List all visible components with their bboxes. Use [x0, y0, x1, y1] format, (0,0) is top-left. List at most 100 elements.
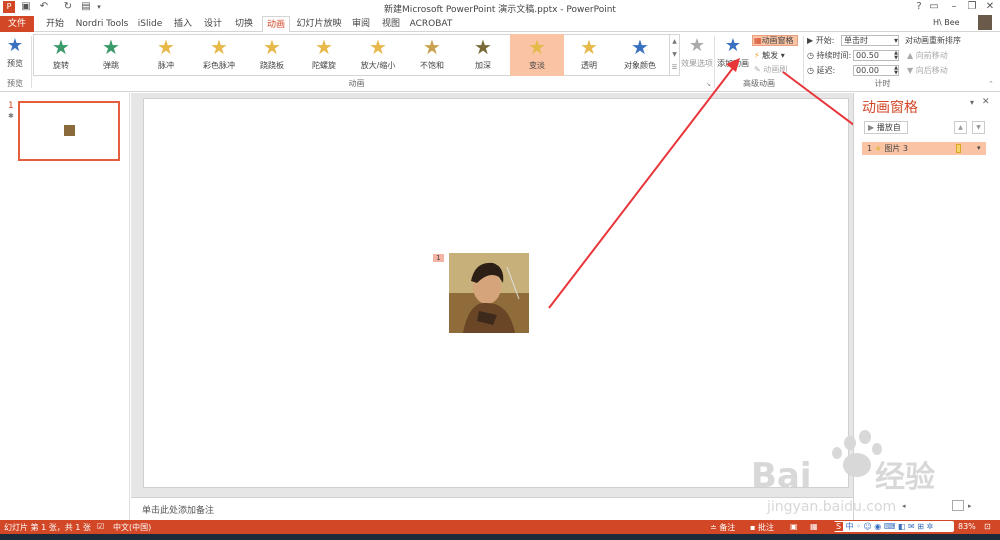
animation-list-item[interactable]: 1 ★ 图片 3 ▾: [862, 142, 986, 155]
animation-pane-button[interactable]: ▦动画窗格: [752, 35, 798, 46]
divider: [31, 36, 32, 88]
animation-pane-title: 动画窗格: [862, 100, 918, 116]
thumbnail-picture: [64, 125, 75, 136]
trigger-icon: ⚡: [754, 51, 760, 60]
animation-effect-label: 彩色脉冲: [203, 61, 235, 70]
zoom-level[interactable]: 83%: [958, 522, 976, 531]
move-later-button[interactable]: ▼ 向后移动: [907, 65, 948, 76]
preview-button[interactable]: ★ 预览: [2, 34, 28, 76]
pane-close-icon[interactable]: ✕: [982, 97, 990, 107]
animation-star-icon: ★: [157, 35, 175, 59]
delay-input[interactable]: 00.00 ▲ ▼: [853, 65, 899, 76]
animation-effect-item[interactable]: ★ 跷跷板: [245, 34, 299, 76]
start-select[interactable]: 单击时 ▾: [841, 35, 899, 46]
animation-pane-label: 动画窗格: [761, 36, 794, 45]
animation-star-icon: ★: [528, 35, 546, 59]
svg-text:jingyan.baidu.com: jingyan.baidu.com: [766, 499, 896, 515]
effect-options-button[interactable]: ★ 效果选项: [680, 34, 714, 76]
play-from-button[interactable]: ▶ 播放自: [864, 121, 908, 134]
move-up-icon[interactable]: ▲: [954, 121, 967, 134]
close-icon[interactable]: ✕: [984, 1, 996, 13]
add-animation-button[interactable]: ★ 添加动画: [716, 34, 750, 76]
collapse-ribbon-icon[interactable]: ⌃: [988, 80, 994, 88]
animation-effect-label: 跷跷板: [260, 61, 284, 70]
animation-tag[interactable]: 1: [433, 254, 444, 262]
animation-effect-item[interactable]: ★ 弹跳: [84, 34, 138, 76]
user-name[interactable]: H\ Bee: [933, 18, 960, 27]
item-dropdown-icon[interactable]: ▾: [977, 142, 981, 155]
fit-slide-icon[interactable]: ⊡: [984, 522, 991, 531]
timeline-bar: [956, 144, 961, 153]
add-animation-star-icon: ★: [724, 35, 742, 56]
move-down-icon[interactable]: ▼: [972, 121, 985, 134]
animation-effect-item[interactable]: ★ 透明: [562, 34, 616, 76]
notes-toggle[interactable]: ≐ 备注: [710, 522, 735, 533]
tab-design[interactable]: 设计: [200, 16, 226, 32]
ime-toolbar[interactable]: S 中 ◦ ☺ ◉ ⌨ ◧ ✉ ⊞ ✲: [834, 521, 954, 532]
tab-islide[interactable]: iSlide: [134, 16, 166, 32]
spellcheck-icon[interactable]: ☑: [97, 522, 104, 531]
gallery-scroll[interactable]: ▲ ▼ ☰: [669, 35, 679, 75]
move-earlier-button[interactable]: ▲ 向前移动: [907, 50, 948, 61]
divider: [714, 36, 715, 88]
language-status[interactable]: 中文(中国): [113, 522, 151, 533]
animation-effect-item[interactable]: ★ 对象颜色: [613, 34, 667, 76]
animation-effect-label: 不饱和: [420, 61, 444, 70]
tab-transitions[interactable]: 切换: [230, 16, 258, 32]
slide-animation-star-icon: ✱: [8, 112, 14, 120]
restore-icon[interactable]: ❐: [966, 1, 978, 13]
divider: [803, 36, 804, 88]
trigger-label: 触发: [762, 51, 779, 60]
tab-insert[interactable]: 插入: [170, 16, 196, 32]
minimize-icon[interactable]: –: [948, 1, 960, 13]
start-label: ▶ 开始:: [807, 36, 835, 45]
animation-effect-item[interactable]: ★ 变淡: [510, 34, 564, 76]
slide-picture[interactable]: [449, 253, 529, 333]
preview-star-icon: ★: [6, 35, 24, 56]
notes-placeholder: 单击此处添加备注: [142, 506, 215, 516]
normal-view-icon[interactable]: ▣: [790, 522, 798, 531]
animation-effect-item[interactable]: ★ 陀螺旋: [297, 34, 351, 76]
scroll-left-icon[interactable]: ◂: [902, 502, 906, 510]
animation-star-icon: ★: [102, 35, 120, 59]
scroll-box[interactable]: [952, 500, 964, 511]
slide-sorter-icon[interactable]: ▦: [810, 522, 818, 531]
svg-text:Bai: Bai: [751, 456, 812, 496]
help-icon[interactable]: ?: [913, 1, 925, 13]
tab-slideshow[interactable]: 幻灯片放映: [294, 16, 344, 32]
dialog-launcher-icon[interactable]: ↘: [706, 81, 711, 88]
tab-review[interactable]: 审阅: [348, 16, 374, 32]
tab-file[interactable]: 文件: [0, 16, 34, 32]
animation-effect-item[interactable]: ★ 加深: [456, 34, 510, 76]
tab-animations[interactable]: 动画: [262, 16, 290, 33]
tab-nordri-tools[interactable]: Nordri Tools: [74, 16, 130, 32]
taskbar: [0, 534, 1000, 540]
animation-item-star-icon: ★: [874, 144, 882, 153]
tab-home[interactable]: 开始: [40, 16, 70, 32]
animation-effect-label: 放大/缩小: [360, 61, 396, 70]
user-avatar[interactable]: [978, 15, 992, 30]
ribbon-display-icon[interactable]: ▭: [928, 1, 940, 13]
pane-options-icon[interactable]: ▾: [970, 98, 974, 107]
slide-thumbnail[interactable]: [18, 101, 120, 161]
animation-effect-item[interactable]: ★ 放大/缩小: [351, 34, 405, 76]
animation-effect-item[interactable]: ★ 不饱和: [405, 34, 459, 76]
animation-effect-label: 旋转: [53, 61, 69, 70]
comments-toggle[interactable]: ▪ 批注: [750, 522, 774, 533]
animation-star-icon: ★: [52, 35, 70, 59]
trigger-button[interactable]: ⚡ 触发 ▾: [754, 50, 785, 61]
duration-input[interactable]: 00.50 ▲ ▼: [853, 50, 899, 61]
tab-acrobat[interactable]: ACROBAT: [408, 16, 454, 32]
animation-effect-item[interactable]: ★ 旋转: [34, 34, 88, 76]
animation-effect-item[interactable]: ★ 彩色脉冲: [192, 34, 246, 76]
animation-effect-label: 变淡: [529, 61, 545, 70]
animation-effect-label: 透明: [581, 61, 597, 70]
animation-effect-item[interactable]: ★ 脉冲: [139, 34, 193, 76]
animation-effect-label: 弹跳: [103, 61, 119, 70]
animation-painter-button[interactable]: ✎ 动画刷: [754, 64, 787, 75]
tab-view[interactable]: 视图: [378, 16, 404, 32]
scroll-right-icon[interactable]: ▸: [968, 502, 972, 510]
animation-effect-label: 陀螺旋: [312, 61, 336, 70]
title-bar: P ▣ ↶ ↻ ▤ ▾ 新建Microsoft PowerPoint 演示文稿.…: [0, 0, 1000, 15]
animation-painter-label: 动画刷: [763, 65, 788, 74]
